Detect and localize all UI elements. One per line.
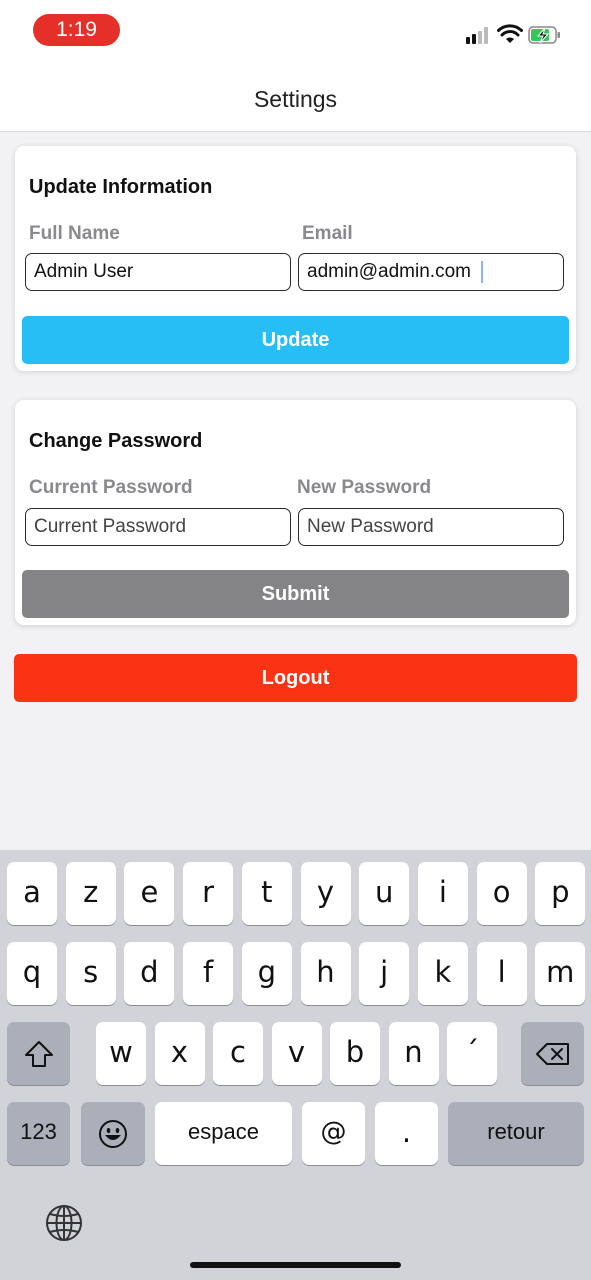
- emoji-icon: [99, 1119, 127, 1148]
- backspace-key[interactable]: [521, 1022, 584, 1085]
- change-password-card: Change Password Current Password New Pas…: [15, 400, 576, 625]
- key-k[interactable]: k: [417, 942, 468, 1005]
- shift-icon: [24, 1040, 53, 1067]
- update-information-card: Update Information Full Name Email Admin…: [15, 146, 576, 371]
- key-w[interactable]: w: [96, 1022, 146, 1085]
- full-name-input[interactable]: Admin User: [25, 253, 291, 291]
- update-button[interactable]: Update: [22, 316, 569, 364]
- key-r[interactable]: r: [183, 862, 234, 925]
- new-password-input[interactable]: New Password: [298, 508, 564, 546]
- numbers-key[interactable]: 123: [7, 1102, 70, 1165]
- key-i[interactable]: i: [417, 862, 468, 925]
- key-q[interactable]: q: [7, 942, 57, 1005]
- battery-charging-icon: [528, 26, 560, 44]
- key-f[interactable]: f: [183, 942, 234, 1005]
- key-n[interactable]: n: [388, 1022, 439, 1085]
- keyboard: azertyuiop qsdfghjklm w x c v b n ´ 123 espace…: [0, 850, 591, 1280]
- key-j[interactable]: j: [359, 942, 410, 1005]
- status-bar: 1:19: [0, 0, 591, 60]
- key-x[interactable]: x: [154, 1022, 205, 1085]
- full-name-label: Full Name: [29, 223, 120, 244]
- globe-icon[interactable]: [44, 1203, 84, 1243]
- status-time: 1:19: [33, 14, 120, 46]
- key-d[interactable]: d: [124, 942, 175, 1005]
- wifi-icon: [497, 24, 523, 43]
- key-y[interactable]: y: [300, 862, 351, 925]
- key-s[interactable]: s: [65, 942, 116, 1005]
- full-name-value: Admin User: [34, 261, 134, 282]
- key-p[interactable]: p: [535, 862, 586, 925]
- email-input[interactable]: admin@admin.com: [298, 253, 564, 291]
- key-a[interactable]: a: [7, 862, 57, 925]
- key-o[interactable]: o: [476, 862, 527, 925]
- key-m[interactable]: m: [535, 942, 586, 1005]
- current-password-label: Current Password: [29, 477, 193, 498]
- current-password-input[interactable]: Current Password: [25, 508, 291, 546]
- key-l[interactable]: l: [476, 942, 527, 1005]
- email-value: admin@admin.com: [307, 261, 471, 282]
- change-password-title: Change Password: [29, 430, 203, 452]
- key-b[interactable]: b: [330, 1022, 380, 1085]
- current-password-placeholder: Current Password: [34, 516, 187, 537]
- return-key[interactable]: retour: [448, 1102, 584, 1165]
- key-g[interactable]: g: [241, 942, 292, 1005]
- key-u[interactable]: u: [359, 862, 410, 925]
- key-t[interactable]: t: [241, 862, 292, 925]
- key-v[interactable]: v: [271, 1022, 322, 1085]
- key-z[interactable]: z: [65, 862, 116, 925]
- at-key[interactable]: @: [302, 1102, 365, 1165]
- backspace-icon: [535, 1042, 569, 1065]
- space-key[interactable]: espace: [155, 1102, 292, 1165]
- logout-button[interactable]: Logout: [14, 654, 577, 702]
- cellular-signal-icon: [466, 26, 492, 44]
- submit-button[interactable]: Submit: [22, 570, 569, 618]
- key-e[interactable]: e: [124, 862, 175, 925]
- email-label: Email: [302, 223, 353, 244]
- new-password-label: New Password: [297, 477, 432, 498]
- text-cursor: [480, 260, 483, 283]
- update-information-title: Update Information: [29, 176, 213, 198]
- navigation-bar: Settings: [0, 60, 591, 132]
- new-password-placeholder: New Password: [307, 516, 434, 537]
- emoji-key[interactable]: [81, 1102, 145, 1165]
- home-indicator: [190, 1262, 401, 1268]
- shift-key[interactable]: [7, 1022, 70, 1085]
- page-title: Settings: [253, 86, 338, 112]
- key-c[interactable]: c: [213, 1022, 263, 1085]
- key-h[interactable]: h: [300, 942, 351, 1005]
- period-key[interactable]: .: [375, 1102, 438, 1165]
- key-accent[interactable]: ´: [447, 1022, 497, 1085]
